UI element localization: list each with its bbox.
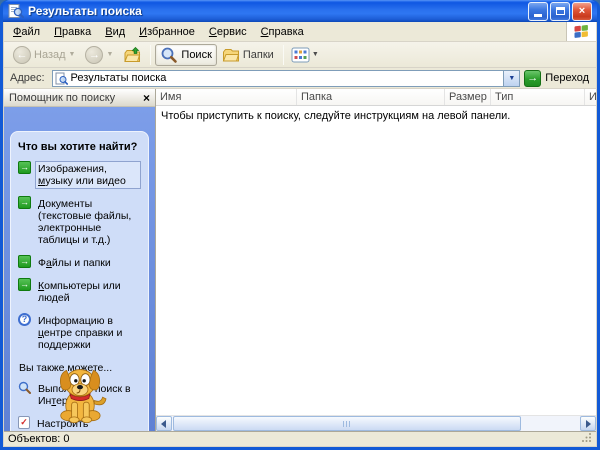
internet-search-icon bbox=[18, 381, 31, 397]
forward-button[interactable]: → ▼ bbox=[80, 44, 118, 66]
address-dropdown-button[interactable]: ▼ bbox=[503, 70, 520, 86]
horizontal-scrollbar[interactable] bbox=[156, 415, 596, 431]
menu-edit[interactable]: Правка bbox=[47, 23, 98, 41]
sidebar-item-label: Файлы и папки bbox=[38, 257, 111, 269]
results-list-area: Имя Папка Размер Тип И Чтобы приступить … bbox=[156, 89, 596, 431]
column-header-folder[interactable]: Папка bbox=[297, 89, 445, 105]
address-label: Адрес: bbox=[10, 72, 45, 84]
minimize-button[interactable] bbox=[528, 1, 548, 21]
search-companion-title: Помощник по поиску bbox=[9, 91, 116, 104]
address-item-icon bbox=[55, 72, 68, 85]
close-button[interactable]: × bbox=[572, 1, 592, 21]
maximize-button[interactable] bbox=[550, 1, 570, 21]
search-companion-panel: Помощник по поиску × Что вы хотите найти… bbox=[4, 89, 156, 431]
sidebar-item-help-info[interactable]: ? Информацию в центре справки и поддержк… bbox=[18, 313, 141, 353]
back-label: Назад bbox=[34, 48, 66, 61]
titlebar[interactable]: Результаты поиска × bbox=[3, 0, 597, 22]
sidebar-item-documents[interactable]: → Документы (текстовые файлы, электронны… bbox=[18, 196, 141, 248]
object-count: Объектов: 0 bbox=[8, 433, 70, 445]
search-companion-body: Что вы хотите найти? → Изображения, музы… bbox=[4, 107, 155, 431]
addressbar: Адрес: Результаты поиска ▼ → Переход bbox=[4, 68, 596, 89]
address-combo[interactable]: Результаты поиска ▼ bbox=[51, 69, 521, 87]
sidebar-item-label: Информацию в центре справки и поддержки bbox=[38, 315, 123, 351]
sidebar-item-computers-people[interactable]: → Компьютеры или людей bbox=[18, 278, 141, 306]
column-header-type[interactable]: Тип bbox=[491, 89, 585, 105]
go-button[interactable]: → Переход bbox=[524, 69, 593, 87]
resize-grip[interactable] bbox=[581, 432, 592, 446]
toolbar-separator bbox=[150, 44, 152, 65]
toolbar-separator bbox=[282, 44, 284, 65]
menu-file[interactable]: Файл bbox=[6, 23, 47, 41]
scroll-left-button[interactable] bbox=[156, 416, 172, 431]
search-button[interactable]: Поиск bbox=[155, 43, 217, 66]
go-label: Переход bbox=[545, 72, 589, 84]
up-button[interactable] bbox=[118, 44, 146, 66]
sidebar-item-label: Компьютеры или людей bbox=[38, 280, 121, 304]
assistant-settings-icon: ✓ bbox=[18, 416, 30, 429]
scrollbar-thumb[interactable] bbox=[173, 416, 521, 431]
statusbar: Объектов: 0 bbox=[4, 431, 596, 446]
forward-icon: → bbox=[85, 45, 104, 64]
folders-icon bbox=[222, 46, 240, 64]
search-assistant-dog[interactable] bbox=[42, 362, 118, 429]
sidebar-item-label: Изображения, музыку или видео bbox=[35, 161, 141, 189]
windows-logo bbox=[566, 22, 596, 41]
search-label: Поиск bbox=[181, 48, 212, 61]
column-header-size[interactable]: Размер bbox=[445, 89, 491, 105]
views-icon bbox=[291, 47, 310, 63]
sidebar-item-files-folders[interactable]: → Файлы и папки bbox=[18, 255, 141, 271]
folder-up-icon bbox=[123, 46, 141, 64]
sidebar-item-pictures-music-video[interactable]: → Изображения, музыку или видео bbox=[18, 161, 141, 189]
close-icon: × bbox=[578, 4, 586, 17]
content-area: Помощник по поиску × Что вы хотите найти… bbox=[4, 89, 596, 431]
list-column-headers: Имя Папка Размер Тип И bbox=[156, 89, 596, 106]
menu-favorites[interactable]: Избранное bbox=[132, 23, 202, 41]
explorer-window: Результаты поиска × Файл Правка Вид Избр… bbox=[0, 0, 600, 450]
forward-dropdown-icon: ▼ bbox=[106, 51, 114, 58]
views-button[interactable]: ▼ bbox=[288, 45, 322, 65]
sidebar-item-label: Документы (текстовые файлы, электронные … bbox=[38, 198, 132, 246]
menu-tools[interactable]: Сервис bbox=[202, 23, 254, 41]
back-button[interactable]: ← Назад ▼ bbox=[8, 44, 80, 66]
maximize-icon bbox=[555, 7, 565, 15]
go-arrow-icon: → bbox=[524, 69, 542, 87]
search-icon bbox=[160, 46, 178, 64]
help-icon: ? bbox=[18, 313, 31, 326]
scroll-right-button[interactable] bbox=[580, 416, 596, 431]
search-results-window-icon bbox=[8, 3, 24, 19]
menubar: Файл Правка Вид Избранное Сервис Справка bbox=[4, 22, 596, 42]
folders-button[interactable]: Папки bbox=[217, 44, 279, 66]
column-header-name[interactable]: Имя bbox=[156, 89, 297, 105]
menu-view[interactable]: Вид bbox=[98, 23, 132, 41]
scrollbar-track[interactable] bbox=[521, 416, 580, 431]
minimize-icon bbox=[534, 13, 542, 17]
window-controls: × bbox=[528, 1, 592, 21]
column-header-modified[interactable]: И bbox=[585, 89, 596, 105]
search-companion-header: Помощник по поиску × bbox=[4, 89, 155, 107]
window-title: Результаты поиска bbox=[28, 4, 142, 18]
green-arrow-icon: → bbox=[18, 161, 31, 174]
toolbar: ← Назад ▼ → ▼ Поиск Папки ▼ bbox=[4, 42, 596, 68]
search-box-title: Что вы хотите найти? bbox=[18, 141, 138, 153]
address-value[interactable]: Результаты поиска bbox=[71, 72, 504, 84]
panel-close-icon[interactable]: × bbox=[143, 92, 150, 104]
green-arrow-icon: → bbox=[18, 278, 31, 291]
views-dropdown-icon: ▼ bbox=[311, 51, 319, 58]
green-arrow-icon: → bbox=[18, 196, 31, 209]
menu-help[interactable]: Справка bbox=[254, 23, 311, 41]
green-arrow-icon: → bbox=[18, 255, 31, 268]
back-icon: ← bbox=[13, 45, 31, 64]
back-dropdown-icon: ▼ bbox=[68, 51, 76, 58]
search-hint-text: Чтобы приступить к поиску, следуйте инст… bbox=[161, 110, 511, 122]
folders-label: Папки bbox=[242, 48, 274, 61]
window-client-area: Файл Правка Вид Избранное Сервис Справка bbox=[3, 22, 597, 447]
